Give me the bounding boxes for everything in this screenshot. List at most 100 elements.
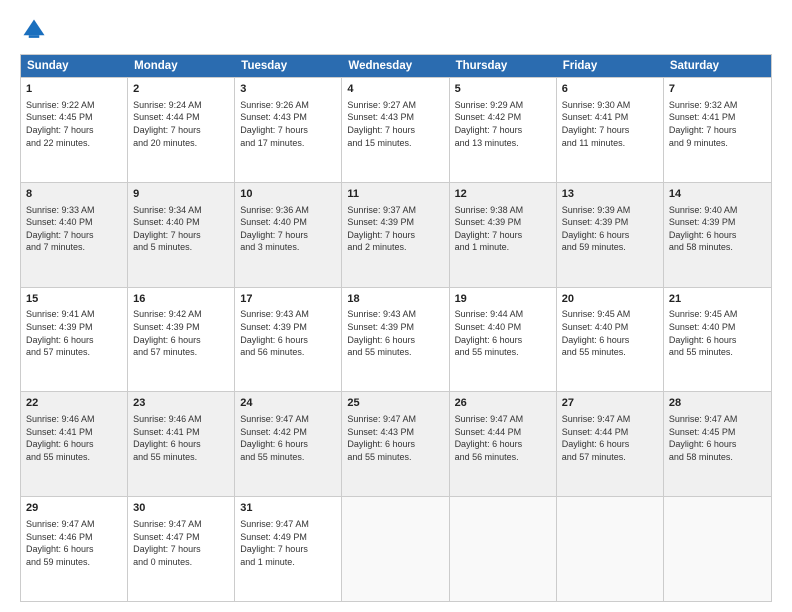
calendar-cell: 11 Sunrise: 9:37 AM Sunset: 4:39 PM Dayli… xyxy=(342,183,449,287)
calendar-cell: 25Sunrise: 9:47 AM Sunset: 4:43 PM Dayli… xyxy=(342,392,449,496)
calendar-header-monday: Monday xyxy=(128,55,235,77)
calendar-cell xyxy=(557,497,664,601)
day-info: Sunrise: 9:30 AM Sunset: 4:41 PM Dayligh… xyxy=(562,99,658,149)
day-info: Sunrise: 9:47 AM Sunset: 4:47 PM Dayligh… xyxy=(133,518,229,568)
day-info: Sunrise: 9:47 AM Sunset: 4:45 PM Dayligh… xyxy=(669,413,766,463)
day-number: 14 xyxy=(669,187,766,202)
day-info: Sunrise: 9:43 AM Sunset: 4:39 PM Dayligh… xyxy=(240,308,336,358)
calendar-cell: 31Sunrise: 9:47 AM Sunset: 4:49 PM Dayli… xyxy=(235,497,342,601)
calendar-cell: 10Sunrise: 9:36 AM Sunset: 4:40 PM Dayli… xyxy=(235,183,342,287)
calendar-cell: 27Sunrise: 9:47 AM Sunset: 4:44 PM Dayli… xyxy=(557,392,664,496)
day-number: 23 xyxy=(133,396,229,411)
day-number: 17 xyxy=(240,292,336,307)
day-number: 25 xyxy=(347,396,443,411)
day-number: 22 xyxy=(26,396,122,411)
day-number: 7 xyxy=(669,82,766,97)
day-info: Sunrise: 9:45 AM Sunset: 4:40 PM Dayligh… xyxy=(669,308,766,358)
day-info: Sunrise: 9:29 AM Sunset: 4:42 PM Dayligh… xyxy=(455,99,551,149)
day-info: Sunrise: 9:37 AM Sunset: 4:39 PM Dayligh… xyxy=(347,204,443,254)
day-info: Sunrise: 9:22 AM Sunset: 4:45 PM Dayligh… xyxy=(26,99,122,149)
day-number: 4 xyxy=(347,82,443,97)
calendar-header-tuesday: Tuesday xyxy=(235,55,342,77)
calendar-cell: 19Sunrise: 9:44 AM Sunset: 4:40 PM Dayli… xyxy=(450,288,557,392)
calendar-cell: 1 Sunrise: 9:22 AM Sunset: 4:45 PM Daylig… xyxy=(21,78,128,182)
calendar-week-5: 29 Sunrise: 9:47 AM Sunset: 4:46 PM Dayli… xyxy=(21,496,771,601)
day-number: 18 xyxy=(347,292,443,307)
day-number: 15 xyxy=(26,292,122,307)
calendar-cell: 12Sunrise: 9:38 AM Sunset: 4:39 PM Dayli… xyxy=(450,183,557,287)
calendar-cell: 21Sunrise: 9:45 AM Sunset: 4:40 PM Dayli… xyxy=(664,288,771,392)
calendar: SundayMondayTuesdayWednesdayThursdayFrid… xyxy=(20,54,772,602)
day-number: 6 xyxy=(562,82,658,97)
day-number: 19 xyxy=(455,292,551,307)
calendar-week-1: 1 Sunrise: 9:22 AM Sunset: 4:45 PM Daylig… xyxy=(21,77,771,182)
calendar-cell: 23 Sunrise: 9:46 AM Sunset: 4:41 PM Dayli… xyxy=(128,392,235,496)
calendar-cell xyxy=(342,497,449,601)
day-number: 20 xyxy=(562,292,658,307)
day-info: Sunrise: 9:47 AM Sunset: 4:46 PM Dayligh… xyxy=(26,518,122,568)
calendar-cell: 7Sunrise: 9:32 AM Sunset: 4:41 PM Daylig… xyxy=(664,78,771,182)
calendar-cell: 30Sunrise: 9:47 AM Sunset: 4:47 PM Dayli… xyxy=(128,497,235,601)
calendar-cell: 26 Sunrise: 9:47 AM Sunset: 4:44 PM Dayli… xyxy=(450,392,557,496)
day-number: 5 xyxy=(455,82,551,97)
calendar-cell: 6 Sunrise: 9:30 AM Sunset: 4:41 PM Daylig… xyxy=(557,78,664,182)
day-info: Sunrise: 9:27 AM Sunset: 4:43 PM Dayligh… xyxy=(347,99,443,149)
day-info: Sunrise: 9:45 AM Sunset: 4:40 PM Dayligh… xyxy=(562,308,658,358)
calendar-header-friday: Friday xyxy=(557,55,664,77)
day-info: Sunrise: 9:42 AM Sunset: 4:39 PM Dayligh… xyxy=(133,308,229,358)
day-number: 10 xyxy=(240,187,336,202)
calendar-week-4: 22 Sunrise: 9:46 AM Sunset: 4:41 PM Dayli… xyxy=(21,391,771,496)
calendar-header-row: SundayMondayTuesdayWednesdayThursdayFrid… xyxy=(21,55,771,77)
day-number: 9 xyxy=(133,187,229,202)
day-info: Sunrise: 9:47 AM Sunset: 4:44 PM Dayligh… xyxy=(455,413,551,463)
day-number: 12 xyxy=(455,187,551,202)
day-info: Sunrise: 9:41 AM Sunset: 4:39 PM Dayligh… xyxy=(26,308,122,358)
calendar-cell xyxy=(664,497,771,601)
day-info: Sunrise: 9:46 AM Sunset: 4:41 PM Dayligh… xyxy=(133,413,229,463)
day-number: 24 xyxy=(240,396,336,411)
calendar-cell: 13 Sunrise: 9:39 AM Sunset: 4:39 PM Dayli… xyxy=(557,183,664,287)
calendar-cell: 24Sunrise: 9:47 AM Sunset: 4:42 PM Dayli… xyxy=(235,392,342,496)
calendar-cell: 15Sunrise: 9:41 AM Sunset: 4:39 PM Dayli… xyxy=(21,288,128,392)
day-number: 28 xyxy=(669,396,766,411)
day-info: Sunrise: 9:44 AM Sunset: 4:40 PM Dayligh… xyxy=(455,308,551,358)
day-number: 1 xyxy=(26,82,122,97)
calendar-cell: 5 Sunrise: 9:29 AM Sunset: 4:42 PM Daylig… xyxy=(450,78,557,182)
calendar-cell: 17Sunrise: 9:43 AM Sunset: 4:39 PM Dayli… xyxy=(235,288,342,392)
calendar-body: 1 Sunrise: 9:22 AM Sunset: 4:45 PM Daylig… xyxy=(21,77,771,601)
calendar-header-sunday: Sunday xyxy=(21,55,128,77)
calendar-cell xyxy=(450,497,557,601)
calendar-cell: 20Sunrise: 9:45 AM Sunset: 4:40 PM Dayli… xyxy=(557,288,664,392)
day-info: Sunrise: 9:39 AM Sunset: 4:39 PM Dayligh… xyxy=(562,204,658,254)
header xyxy=(20,16,772,44)
calendar-header-thursday: Thursday xyxy=(450,55,557,77)
calendar-week-2: 8 Sunrise: 9:33 AM Sunset: 4:40 PM Daylig… xyxy=(21,182,771,287)
day-number: 27 xyxy=(562,396,658,411)
calendar-header-saturday: Saturday xyxy=(664,55,771,77)
day-number: 3 xyxy=(240,82,336,97)
calendar-cell: 4 Sunrise: 9:27 AM Sunset: 4:43 PM Daylig… xyxy=(342,78,449,182)
calendar-cell: 9Sunrise: 9:34 AM Sunset: 4:40 PM Daylig… xyxy=(128,183,235,287)
day-number: 29 xyxy=(26,501,122,516)
logo-icon xyxy=(20,16,48,44)
calendar-cell: 16Sunrise: 9:42 AM Sunset: 4:39 PM Dayli… xyxy=(128,288,235,392)
day-info: Sunrise: 9:24 AM Sunset: 4:44 PM Dayligh… xyxy=(133,99,229,149)
day-number: 8 xyxy=(26,187,122,202)
calendar-cell: 3 Sunrise: 9:26 AM Sunset: 4:43 PM Daylig… xyxy=(235,78,342,182)
calendar-cell: 29 Sunrise: 9:47 AM Sunset: 4:46 PM Dayli… xyxy=(21,497,128,601)
calendar-cell: 14Sunrise: 9:40 AM Sunset: 4:39 PM Dayli… xyxy=(664,183,771,287)
day-number: 2 xyxy=(133,82,229,97)
day-number: 11 xyxy=(347,187,443,202)
calendar-week-3: 15Sunrise: 9:41 AM Sunset: 4:39 PM Dayli… xyxy=(21,287,771,392)
day-info: Sunrise: 9:26 AM Sunset: 4:43 PM Dayligh… xyxy=(240,99,336,149)
day-number: 31 xyxy=(240,501,336,516)
day-info: Sunrise: 9:46 AM Sunset: 4:41 PM Dayligh… xyxy=(26,413,122,463)
day-number: 26 xyxy=(455,396,551,411)
day-number: 16 xyxy=(133,292,229,307)
calendar-cell: 18Sunrise: 9:43 AM Sunset: 4:39 PM Dayli… xyxy=(342,288,449,392)
day-info: Sunrise: 9:33 AM Sunset: 4:40 PM Dayligh… xyxy=(26,204,122,254)
day-number: 13 xyxy=(562,187,658,202)
calendar-header-wednesday: Wednesday xyxy=(342,55,449,77)
logo xyxy=(20,16,52,44)
day-info: Sunrise: 9:43 AM Sunset: 4:39 PM Dayligh… xyxy=(347,308,443,358)
